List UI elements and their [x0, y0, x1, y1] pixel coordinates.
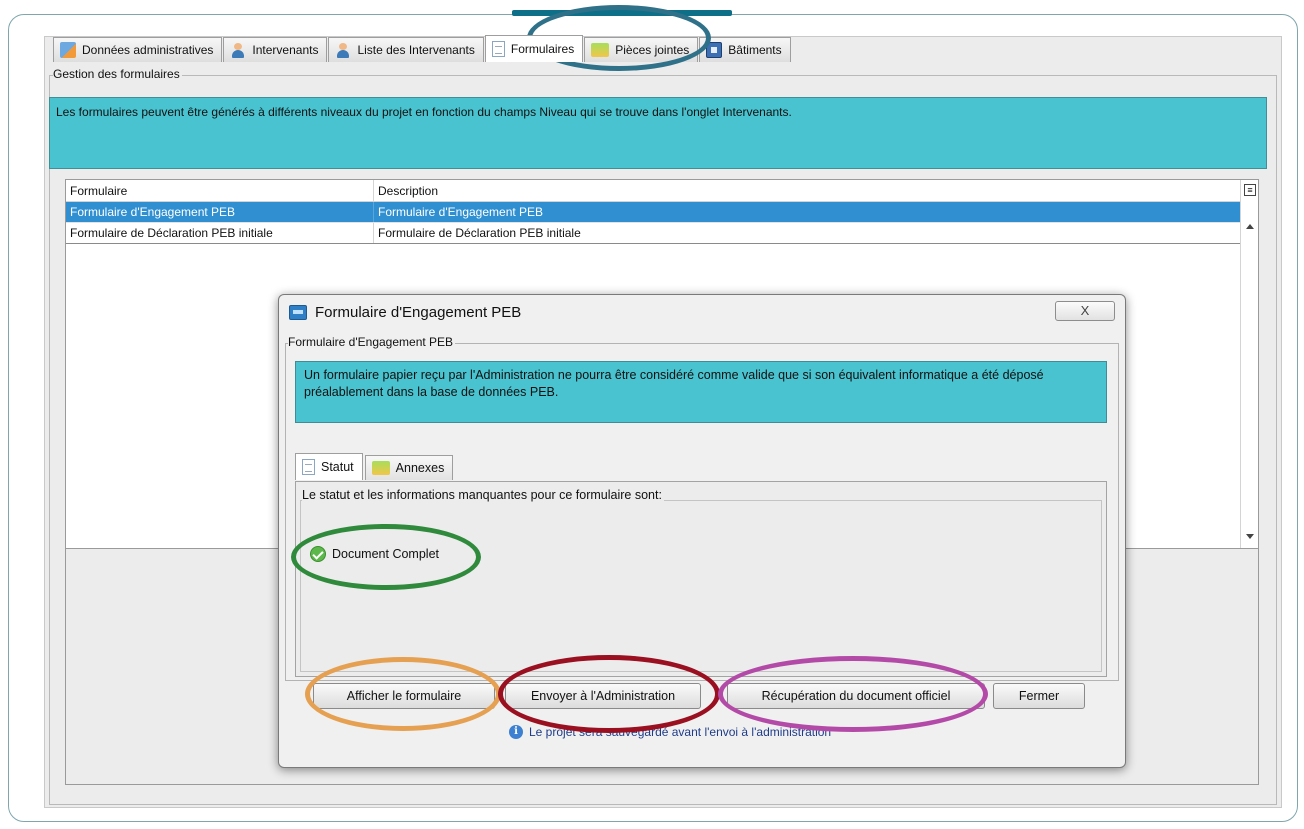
column-menu-icon[interactable]: ≡ [1244, 184, 1256, 196]
status-row: Document Complet [310, 546, 439, 562]
scroll-up-arrow-icon[interactable] [1246, 224, 1254, 229]
frame-accent-bar [512, 10, 732, 16]
person-icon [230, 42, 246, 58]
building-icon [706, 42, 723, 58]
dialog-titlebar[interactable]: Formulaire d'Engagement PEB X [279, 295, 1125, 329]
tab-formulaires[interactable]: Formulaires [484, 35, 584, 62]
dialog-title: Formulaire d'Engagement PEB [315, 304, 522, 321]
send-to-administration-button[interactable]: Envoyer à l'Administration [505, 683, 701, 709]
tab-label: Données administratives [82, 43, 214, 57]
status-heading: Le statut et les informations manquantes… [302, 488, 664, 502]
show-form-button[interactable]: Afficher le formulaire [313, 683, 495, 709]
table-cell-formulaire: Formulaire de Déclaration PEB initiale [66, 223, 374, 243]
app-icon [289, 305, 307, 320]
tab-statut[interactable]: Statut [295, 453, 363, 480]
tab-label: Formulaires [510, 42, 575, 56]
main-tab-bar: Données administratives Intervenants Lis… [53, 35, 792, 62]
table-row[interactable]: Formulaire d'Engagement PEB Formulaire d… [66, 202, 1240, 223]
check-circle-icon [310, 546, 326, 562]
table-header: Formulaire Description [66, 180, 1258, 202]
tab-donnees-administratives[interactable]: Données administratives [53, 37, 223, 62]
table-cell-description: Formulaire d'Engagement PEB [378, 205, 544, 219]
column-header-formulaire[interactable]: Formulaire [66, 180, 374, 201]
info-banner: Les formulaires peuvent être générés à d… [49, 97, 1267, 169]
tab-label: Intervenants [252, 43, 319, 57]
folder-icon [591, 43, 610, 57]
engagement-form-dialog: Formulaire d'Engagement PEB X Formulaire… [278, 294, 1126, 768]
status-text: Document Complet [332, 547, 439, 561]
save-notice: i Le projet sera sauvegardé avant l'envo… [509, 725, 831, 739]
fermer-button[interactable]: Fermer [993, 683, 1085, 709]
tab-label: Pièces jointes [615, 43, 690, 57]
table-row[interactable]: Formulaire de Déclaration PEB initiale F… [66, 223, 1240, 244]
tab-annexes[interactable]: Annexes [364, 455, 454, 480]
tab-liste-des-intervenants[interactable]: Liste des Intervenants [328, 37, 484, 62]
status-panel-inner [300, 500, 1102, 672]
info-icon: i [509, 725, 523, 739]
dialog-info-banner: Un formulaire papier reçu par l'Administ… [295, 361, 1107, 423]
folder-icon [371, 461, 390, 475]
person-icon [335, 42, 351, 58]
close-button[interactable]: X [1055, 301, 1115, 321]
dialog-tab-bar: Statut Annexes [295, 453, 455, 480]
edit-icon [60, 42, 76, 58]
tab-label: Bâtiments [728, 43, 782, 57]
notice-text: Le projet sera sauvegardé avant l'envoi … [529, 725, 832, 739]
tab-pieces-jointes[interactable]: Pièces jointes [584, 37, 699, 62]
section-title: Gestion des formulaires [53, 67, 182, 81]
retrieve-official-document-button[interactable]: Récupération du document officiel [727, 683, 985, 709]
table-cell-description: Formulaire de Déclaration PEB initiale [378, 226, 581, 240]
tab-label: Statut [321, 460, 354, 474]
status-panel: Le statut et les informations manquantes… [295, 481, 1107, 677]
document-icon [302, 459, 315, 475]
table-cell-formulaire: Formulaire d'Engagement PEB [66, 202, 374, 222]
tab-intervenants[interactable]: Intervenants [223, 37, 328, 62]
tab-batiments[interactable]: Bâtiments [699, 37, 791, 62]
column-header-description[interactable]: Description [374, 180, 1258, 201]
tab-label: Annexes [395, 461, 445, 475]
table-scrollbar[interactable]: ≡ [1240, 180, 1258, 548]
dialog-group-title: Formulaire d'Engagement PEB [288, 335, 456, 349]
document-icon [491, 41, 505, 57]
scroll-down-arrow-icon[interactable] [1246, 534, 1254, 539]
tab-label: Liste des Intervenants [357, 43, 475, 57]
